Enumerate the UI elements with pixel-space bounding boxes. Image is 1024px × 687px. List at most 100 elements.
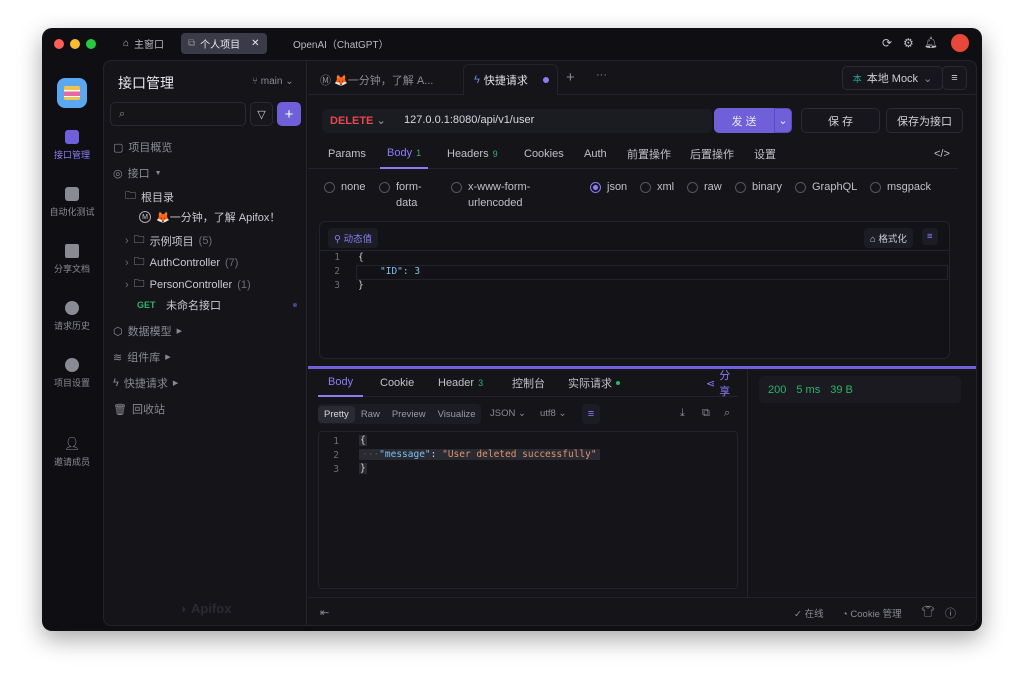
code-button[interactable]: </> (934, 139, 950, 169)
radio-icon (795, 181, 806, 193)
radio-label: raw (704, 181, 722, 193)
format-selector[interactable]: JSON ⌄ (490, 408, 526, 419)
bell-icon[interactable]: 🔔︎ (924, 36, 938, 49)
tab-response-header[interactable]: Header 3 (438, 369, 483, 397)
menu-button[interactable]: ≡ (942, 66, 967, 90)
rail-item-share-docs[interactable]: 分享文档 (42, 244, 102, 275)
body-type-urlencoded[interactable]: x-www-form-urlencoded (451, 179, 530, 211)
tab-console[interactable]: 控制台 (512, 369, 545, 397)
rail-item-invite[interactable]: 👤︎ 邀请成员 (42, 436, 102, 468)
tab-response-cookie[interactable]: Cookie (380, 369, 414, 397)
unsaved-dot (543, 77, 549, 83)
gear-icon[interactable]: ⚙ (903, 36, 914, 50)
more-tabs-button[interactable]: ··· (596, 69, 607, 81)
line-number: 3 (333, 464, 339, 475)
rail-item-history[interactable]: 请求历史 (42, 301, 102, 332)
tab-quick-request[interactable]: ϟ 快捷请求 (463, 64, 558, 95)
body-type-raw[interactable]: raw (687, 179, 722, 195)
tab-pre-processors[interactable]: 前置操作 (627, 139, 671, 169)
tree-item-quick-requests[interactable]: ϟ 快捷请求 ▶ (113, 375, 178, 391)
tab-cookies[interactable]: Cookies (524, 139, 564, 169)
save-button[interactable]: 保 存 (801, 108, 880, 133)
body-type-graphql[interactable]: GraphQL (795, 179, 857, 195)
environment-selector[interactable]: 本本地 Mock ⌄ (842, 66, 943, 90)
send-button[interactable]: 发 送 (714, 108, 774, 133)
view-preview[interactable]: Preview (386, 406, 432, 423)
tree-item-components[interactable]: ≋ 组件库 ▶ (113, 349, 171, 365)
encoding-selector[interactable]: utf8 ⌄ (540, 408, 566, 419)
tab-label: 控制台 (512, 378, 545, 390)
tree-item-examples[interactable]: › 🗀︎ 示例项目 (5) (125, 231, 212, 250)
add-button[interactable]: + (277, 102, 301, 126)
tab-actual-request[interactable]: 实际请求 (568, 369, 620, 397)
tab-headers[interactable]: Headers 9 (447, 139, 498, 169)
settings-icon (65, 358, 79, 372)
wrap-button[interactable]: ≡ (582, 404, 600, 424)
body-type-json[interactable]: json (590, 179, 627, 195)
save-as-api-button[interactable]: 保存为接口 (886, 108, 963, 133)
format-button[interactable]: ⌂ 格式化 (864, 228, 913, 248)
cookie-manager-button[interactable]: ◔ Cookie 管理 (842, 606, 902, 620)
help-icon[interactable]: ⓘ (945, 605, 956, 621)
rail-item-api-management[interactable]: 接口管理 (42, 130, 102, 161)
tree-item-auth-controller[interactable]: › 🗀︎ AuthController (7) (125, 253, 238, 272)
view-pretty[interactable]: Pretty (318, 405, 355, 423)
online-status[interactable]: ✓ 在线 (794, 606, 824, 620)
tree-item-intro-doc[interactable]: M 🦊一分钟，了解 Apifox！ (139, 209, 280, 225)
minimize-window-button[interactable] (70, 39, 80, 49)
search-input[interactable]: ⌕ (110, 102, 246, 126)
tab-body[interactable]: Body 1 (380, 139, 429, 169)
response-body-viewer[interactable]: 1 2 3 { ···"message": "User deleted succ… (318, 431, 738, 589)
tree-item-root[interactable]: 🗀︎ 根目录 (125, 187, 174, 206)
copy-icon[interactable]: ⧉ (702, 407, 710, 420)
view-visualize[interactable]: Visualize (432, 406, 482, 423)
body-type-form-data[interactable]: form-data (379, 179, 422, 211)
body-type-xml[interactable]: xml (640, 179, 674, 195)
tab-params[interactable]: Params (328, 139, 366, 169)
send-options-button[interactable]: ⌄ (774, 108, 792, 133)
tree-item-apis[interactable]: ◎ 接口 ▼ (113, 165, 162, 181)
tree-item-unnamed-api[interactable]: GET 未命名接口 (137, 297, 297, 313)
tab-settings[interactable]: 设置 (754, 139, 776, 169)
tab-post-processors[interactable]: 后置操作 (690, 139, 734, 169)
download-icon[interactable]: ⤓ (680, 407, 685, 420)
tab-personal-project[interactable]: ⧉ 个人项目 ✕ (181, 33, 267, 54)
collapse-sidebar-icon[interactable]: ⇤ (320, 606, 329, 619)
tab-intro-doc[interactable]: Ⓜ 🦊一分钟，了解 A... (320, 72, 433, 88)
search-icon[interactable]: ⌕ (724, 407, 730, 420)
body-type-none[interactable]: none (324, 179, 365, 195)
tab-openai[interactable]: OpenAI（ChatGPT） (286, 33, 396, 54)
maximize-window-button[interactable] (86, 39, 96, 49)
status-dot (616, 381, 620, 385)
refresh-icon[interactable]: ⟳ (882, 36, 892, 50)
tshirt-icon[interactable]: 👕︎ (921, 605, 935, 618)
tree-item-data-models[interactable]: ⬡ 数据模型 ▶ (113, 323, 182, 339)
tab-response-body[interactable]: Body (318, 369, 364, 397)
wrap-button[interactable]: ≡ (922, 228, 938, 245)
request-config-tabs: Params Body 1 Headers 9 Cookies Auth 前置操作 … (308, 139, 958, 169)
filter-button[interactable]: ▽ (250, 102, 273, 126)
tab-auth[interactable]: Auth (584, 139, 607, 169)
branch-selector[interactable]: ⑂ main ⌄ (252, 76, 294, 87)
url-input[interactable]: 127.0.0.1:8080/api/v1/user (404, 114, 704, 126)
tree-item-person-controller[interactable]: › 🗀︎ PersonController (1) (125, 275, 251, 294)
view-raw[interactable]: Raw (355, 406, 386, 423)
tree-item-overview[interactable]: ▢ 项目概览 (113, 139, 172, 155)
active-line (356, 265, 948, 280)
clock-icon (65, 301, 79, 315)
tab-main-window[interactable]: ⌂ 主窗口 (116, 33, 171, 54)
body-type-binary[interactable]: binary (735, 179, 782, 195)
rail-item-settings[interactable]: 项目设置 (42, 358, 102, 389)
rail-item-automation[interactable]: 自动化测试 (42, 187, 102, 218)
avatar[interactable] (951, 34, 969, 52)
close-tab-icon[interactable]: ✕ (251, 38, 259, 49)
request-body-editor[interactable]: ⚲ 动态值 ⌂ 格式化 ≡ 1 2 3 { "ID": 3 } (319, 221, 950, 359)
tree-item-trash[interactable]: 🗑︎ 回收站 (113, 401, 165, 417)
method-selector[interactable]: DELETE ⌄ (330, 114, 386, 127)
folder-icon: 🗀︎ (133, 234, 145, 246)
body-type-msgpack[interactable]: msgpack (870, 179, 931, 195)
dynamic-value-button[interactable]: ⚲ 动态值 (328, 228, 379, 248)
close-window-button[interactable] (54, 39, 64, 49)
new-tab-button[interactable]: + (566, 69, 575, 86)
share-button[interactable]: ⋖ 分享 (706, 369, 738, 398)
